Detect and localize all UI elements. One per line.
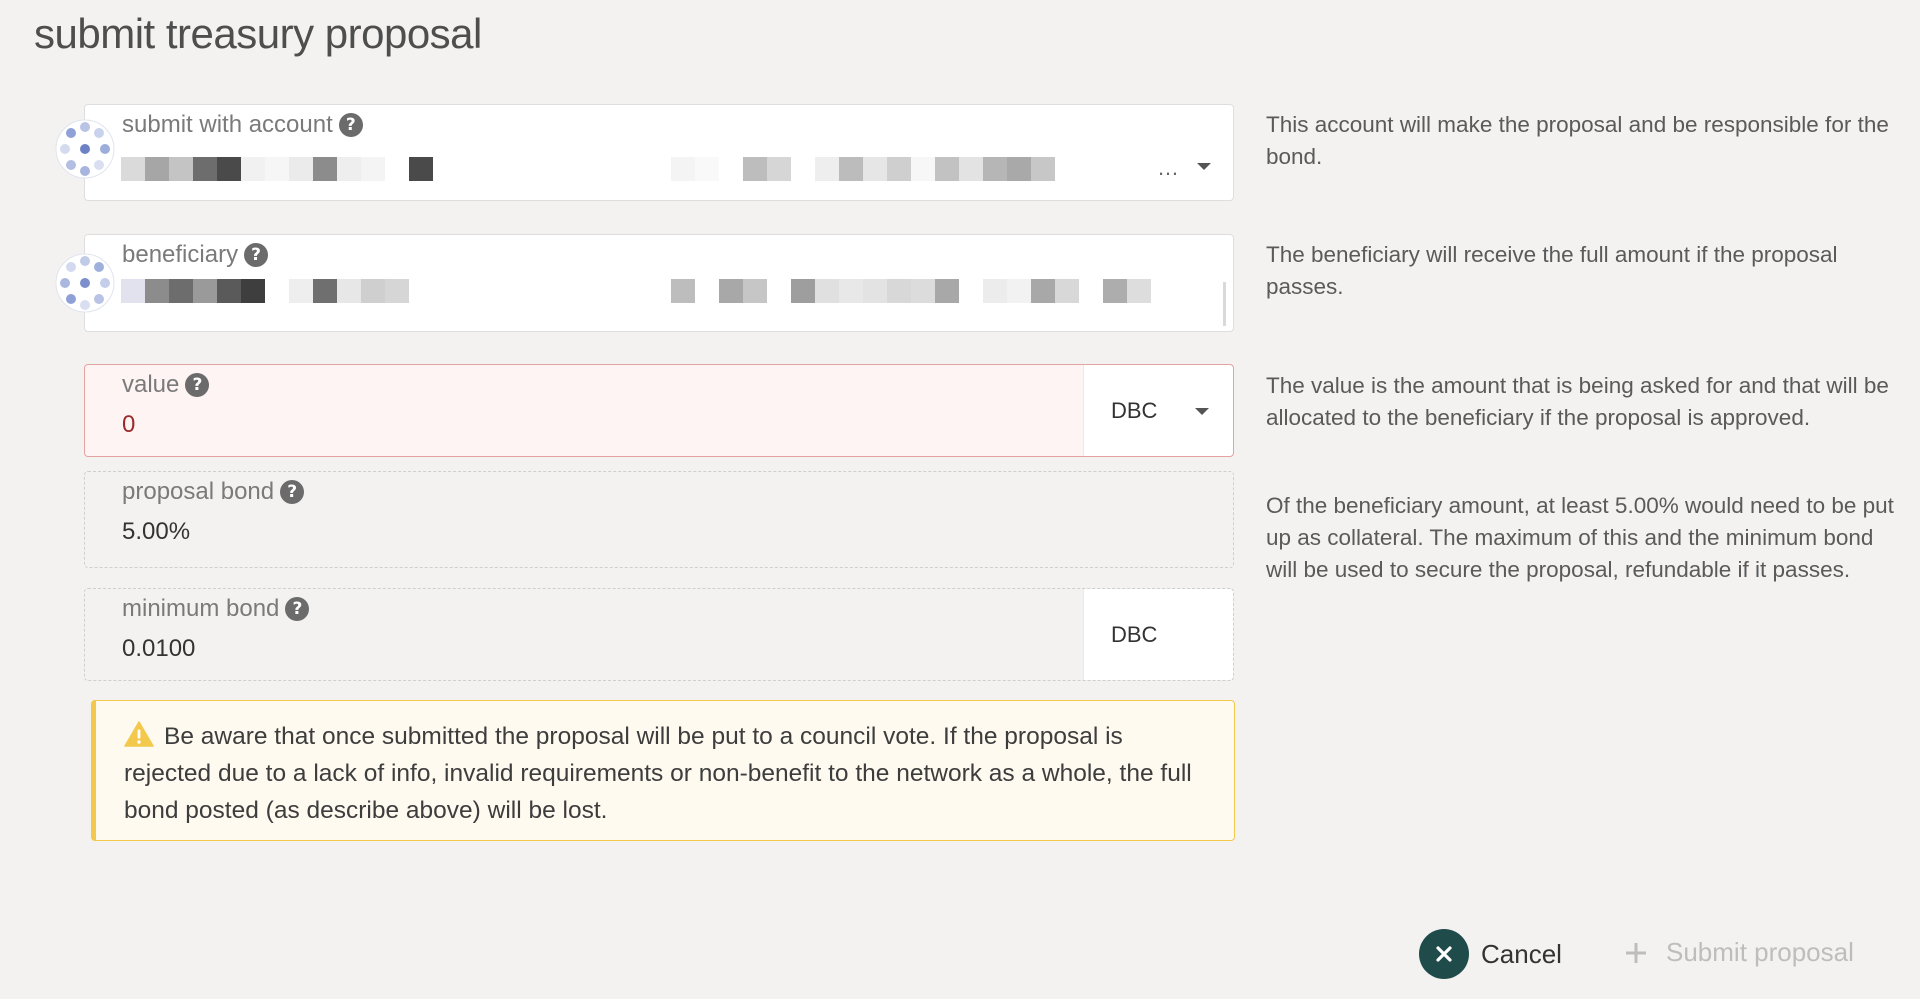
beneficiary-label-row: beneficiary ?	[122, 241, 269, 269]
account-label: submit with account	[122, 111, 333, 138]
beneficiary-address-redacted-2	[671, 279, 1151, 303]
cancel-label: Cancel	[1481, 938, 1562, 969]
beneficiary-label: beneficiary	[122, 241, 239, 268]
modal-title: submit treasury proposal	[34, 10, 482, 57]
minimum-bond-label: minimum bond	[122, 595, 280, 622]
value-input[interactable]: 0	[122, 411, 135, 439]
value-help-text: The value is the amount that is being as…	[1266, 373, 1889, 430]
warning-box: Be aware that once submitted the proposa…	[91, 700, 1235, 841]
submit-proposal-button[interactable]: Submit proposal	[1624, 937, 1854, 968]
chevron-down-icon[interactable]	[1197, 163, 1211, 170]
warning-triangle-icon	[124, 721, 154, 747]
close-icon	[1419, 929, 1469, 979]
bond-help-text: Of the beneficiary amount, at least 5.00…	[1266, 493, 1894, 582]
account-identicon	[55, 119, 115, 179]
proposal-bond-label-row: proposal bond ?	[122, 478, 305, 506]
help-icon[interactable]: ?	[185, 373, 210, 397]
help-icon[interactable]: ?	[338, 113, 363, 137]
minimum-bond-unit: DBC	[1111, 622, 1158, 647]
beneficiary-identicon	[55, 253, 115, 313]
plus-icon	[1626, 942, 1646, 963]
beneficiary-scrollbar[interactable]	[1223, 282, 1226, 326]
minimum-bond-unit-box: DBC	[1083, 589, 1233, 680]
beneficiary-help-text: The beneficiary will receive the full am…	[1266, 242, 1838, 299]
account-address-redacted-2	[671, 157, 1055, 181]
account-selector[interactable]: submit with account ? …	[55, 104, 1234, 201]
beneficiary-selector[interactable]: beneficiary ?	[55, 234, 1234, 332]
proposal-bond-label: proposal bond	[122, 478, 275, 505]
proposal-bond-value: 5.00%	[122, 518, 191, 545]
account-label-row: submit with account ?	[122, 111, 363, 139]
beneficiary-address-redacted	[121, 279, 409, 303]
help-icon[interactable]: ?	[285, 597, 310, 621]
value-input-field[interactable]: value ? 0 DBC	[84, 364, 1234, 457]
proposal-bond-field: proposal bond ? 5.00%	[84, 471, 1234, 568]
help-icon[interactable]: ?	[280, 480, 305, 504]
account-help-text: This account will make the proposal and …	[1266, 112, 1889, 169]
value-unit: DBC	[1111, 398, 1158, 423]
account-address-redacted	[121, 157, 433, 181]
value-label-row: value ?	[122, 371, 210, 399]
submit-label: Submit proposal	[1666, 937, 1854, 967]
chevron-down-icon[interactable]	[1195, 408, 1209, 415]
warning-text: Be aware that once submitted the proposa…	[124, 723, 1192, 824]
value-label: value	[122, 371, 180, 398]
minimum-bond-label-row: minimum bond ?	[122, 595, 310, 623]
value-unit-dropdown[interactable]: DBC	[1083, 365, 1233, 456]
help-icon[interactable]: ?	[244, 243, 269, 267]
minimum-bond-value: 0.0100	[122, 635, 196, 662]
cancel-button[interactable]: Cancel	[1419, 929, 1562, 979]
account-truncation: …	[1157, 155, 1179, 180]
minimum-bond-field: minimum bond ? 0.0100 DBC	[84, 588, 1234, 681]
